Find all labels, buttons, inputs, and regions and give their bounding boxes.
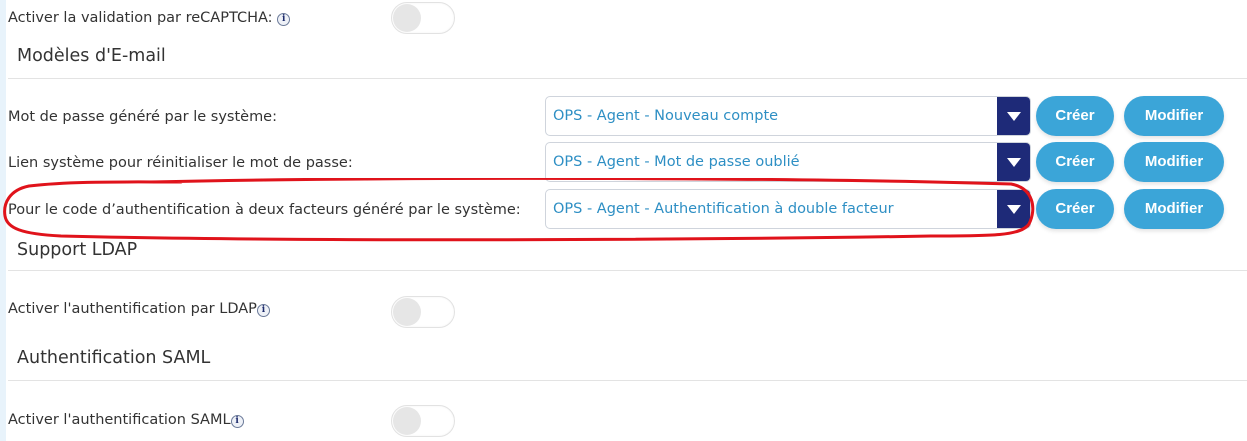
ldap-toggle[interactable] [391,296,455,328]
highlight-annotation [3,178,1035,242]
saml-toggle[interactable] [391,405,455,437]
email-row-label-2: Lien système pour réinitialiser le mot d… [8,155,353,171]
email-row-label-1: Mot de passe généré par le système: [8,109,277,125]
info-icon[interactable]: i [256,304,270,317]
dropdown-arrow-icon[interactable] [997,97,1030,135]
select-value: OPS - Agent - Mot de passe oublié [553,154,800,170]
select-value: OPS - Agent - Nouveau compte [553,108,779,124]
template-select-new-account[interactable]: OPS - Agent - Nouveau compte [545,96,1031,136]
modify-button-1[interactable]: Modifier [1124,96,1224,136]
info-icon[interactable]: i [230,415,244,428]
recaptcha-label: Activer la validation par reCAPTCHA: [8,10,273,26]
toggle-knob [393,407,421,435]
recaptcha-toggle[interactable] [391,2,455,34]
section-divider [8,78,1247,79]
section-divider [8,270,1247,271]
email-templates-title: Modèles d'E-mail [17,46,166,66]
template-select-forgot-password[interactable]: OPS - Agent - Mot de passe oublié [545,142,1031,182]
saml-row: Activer l'authentification SAML i [8,412,244,428]
info-icon[interactable]: i [277,13,291,26]
modify-button-2[interactable]: Modifier [1124,142,1224,182]
section-divider [8,380,1247,381]
create-button-3[interactable]: Créer [1036,189,1114,229]
create-button-2[interactable]: Créer [1036,142,1114,182]
ldap-row: Activer l'authentification par LDAP i [8,301,270,317]
dropdown-arrow-icon[interactable] [997,143,1030,181]
saml-label: Activer l'authentification SAML [8,412,231,428]
saml-title: Authentification SAML [17,348,211,368]
toggle-knob [393,298,421,326]
modify-button-3[interactable]: Modifier [1124,189,1224,229]
toggle-knob [393,4,421,32]
ldap-label: Activer l'authentification par LDAP [8,301,257,317]
create-button-1[interactable]: Créer [1036,96,1114,136]
recaptcha-row: Activer la validation par reCAPTCHA: i [8,10,291,26]
